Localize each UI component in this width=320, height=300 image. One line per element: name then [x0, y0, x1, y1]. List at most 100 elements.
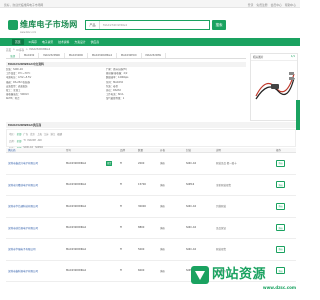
supplier-link[interactable]: 深圳市兴隆创电子有限公司: [6, 183, 66, 187]
price: 询价: [160, 205, 166, 209]
nav-ic-stock[interactable]: IC库存: [29, 40, 37, 44]
tab-all[interactable]: 全部: [6, 53, 21, 58]
stock-qty: 8800: [138, 226, 145, 230]
filter-row-region: 地区: 全部 广东 北京 上海 江苏 浙江 福建: [9, 132, 63, 136]
filter-row-brand: 品牌: 全部 TI MAXIM ADI: [9, 138, 42, 143]
supplier-link[interactable]: 深圳市华强电子有限公司: [6, 247, 66, 251]
filter-option[interactable]: MAXIM: [28, 139, 36, 143]
table-row: 深圳市华芯通科技有限公司 MAX232DWRG4 TI 30000 询价 SOI…: [6, 196, 296, 218]
nav-tech[interactable]: 技术资料: [58, 40, 69, 44]
description: 原装正品 假一赔十: [216, 162, 237, 166]
price: 询价: [160, 183, 166, 187]
member-link[interactable]: 会员中心: [271, 3, 282, 7]
brand: TI: [120, 204, 123, 208]
filter-option[interactable]: 北京: [30, 132, 35, 136]
brand: TI: [120, 161, 123, 165]
search-button[interactable]: 搜索: [212, 20, 226, 30]
nav-news[interactable]: 电子资讯: [42, 40, 53, 44]
tab-part[interactable]: MAX232DWR: [39, 53, 65, 58]
inquiry-button[interactable]: 询价: [276, 181, 286, 189]
login-link[interactable]: 登录: [248, 3, 254, 7]
breadcrumb-ic[interactable]: IC库存: [16, 48, 24, 52]
supplier-list-title: MAX232DWRG4供应商: [6, 122, 296, 128]
stock-qty: 6000: [138, 269, 145, 273]
table-row: 深圳市创芯源电子有限公司 MAX232DWRG4 TI 8800 询价 SOIC…: [6, 218, 296, 239]
watermark-icon: [191, 266, 209, 284]
package: SOIC-16: [186, 226, 197, 230]
supplier-link[interactable]: 深圳市鑫科源电子有限公司: [6, 269, 66, 273]
inquiry-button[interactable]: 询价: [276, 245, 286, 253]
search-category-select[interactable]: 产品: [86, 21, 100, 29]
site-logo[interactable]: 维库电子市场网 www.dzsc.com: [8, 20, 78, 34]
top-links: 登录 免费注册 会员中心 帮助中心: [248, 3, 296, 7]
price: 询价: [160, 162, 166, 166]
filter-option[interactable]: 全部: [17, 132, 22, 136]
breadcrumb-current: MAX232DWRG4: [29, 48, 51, 51]
brand: TI: [120, 183, 123, 187]
filter-option[interactable]: 广东: [23, 132, 28, 136]
package: SOP16: [186, 183, 195, 187]
inquiry-button[interactable]: 询价: [276, 159, 286, 167]
tab-part[interactable]: MAX232ECD: [117, 53, 142, 58]
top-bar: 您好，欢迎光临维库电子市场网 登录 免费注册 会员中心 帮助中心: [0, 0, 300, 8]
welcome-text: 您好，欢迎光临维库电子市场网: [4, 2, 44, 7]
description: 全新原装现货: [216, 183, 232, 187]
filter-option[interactable]: 全部: [17, 139, 22, 143]
filter-option[interactable]: 江苏: [44, 132, 49, 136]
inquiry-button[interactable]: 询价: [276, 224, 286, 232]
search-box: 产品: [85, 20, 210, 30]
part-number[interactable]: MAX232DWRG4: [66, 205, 106, 208]
floating-sidebar[interactable]: [296, 100, 300, 130]
filter-option[interactable]: 福建: [57, 132, 62, 136]
filter-option[interactable]: ADI: [38, 139, 42, 143]
image-count: 1/1: [290, 55, 295, 58]
brand: TI: [120, 226, 123, 230]
nav-home[interactable]: 首页: [12, 39, 24, 45]
logo-icon: [8, 20, 18, 30]
nav-suppliers[interactable]: 供应商: [91, 40, 99, 44]
nav-solutions[interactable]: 方案设计: [74, 40, 85, 44]
info-row: RoHS：符合 湿气敏感等级：1: [6, 97, 125, 101]
stock-badge: 现货: [106, 160, 113, 166]
supplier-link[interactable]: 深圳市创芯源电子有限公司: [6, 226, 66, 230]
price: 询价: [160, 248, 166, 252]
supplier-link[interactable]: 深圳市华芯通科技有限公司: [6, 204, 66, 208]
tab-part[interactable]: MAX232DR: [65, 53, 88, 58]
stock-qty: 2000: [138, 161, 145, 165]
main-nav: 首页 IC库存 电子资讯 技术资料 方案设计 供应商: [0, 38, 300, 46]
product-image[interactable]: [254, 66, 296, 106]
register-link[interactable]: 免费注册: [256, 3, 267, 7]
part-tabs: 全部 MAX232 MAX232DWR MAX232DR MAX232DWRG4…: [6, 53, 246, 59]
filter-panel: 地区: 全部 广东 北京 上海 江苏 浙江 福建 品牌: 全部 TI MAXIM…: [6, 129, 296, 150]
table-row: 深圳市鑫达兴电子有限公司 MAX232DWRG4 现货 TI 2000 询价 S…: [6, 153, 296, 175]
search-input[interactable]: [100, 21, 209, 29]
price: 询价: [160, 226, 166, 230]
brand: TI: [120, 247, 123, 251]
watermark: 网站资源 www.dzsc.com: [190, 255, 300, 295]
supplier-link[interactable]: 深圳市鑫达兴电子有限公司: [6, 161, 66, 165]
filter-option[interactable]: 上海: [37, 132, 42, 136]
filter-option[interactable]: 浙江: [51, 132, 56, 136]
breadcrumb: 首页 > IC库存 > MAX232DWRG4: [6, 48, 51, 52]
tab-part[interactable]: MAX232DWRG4: [88, 53, 117, 58]
part-number[interactable]: MAX232DWRG4: [66, 269, 106, 272]
info-table: 封装：SOIC-16 厂家：德州仪器(TI) 工作温度：0℃～70℃ 驱动器/接收器…: [6, 68, 246, 102]
package: SOIC-16: [186, 247, 197, 251]
watermark-url: www.dzsc.com: [262, 285, 296, 290]
inquiry-button[interactable]: 询价: [276, 202, 286, 210]
package: SOIC-16: [186, 161, 197, 165]
logo-name: 维库电子市场网: [20, 20, 78, 29]
part-number[interactable]: MAX232DWRG4: [66, 248, 106, 251]
help-link[interactable]: 帮助中心: [285, 3, 296, 7]
tab-part[interactable]: MAX232: [20, 53, 40, 58]
tab-part[interactable]: MAX232IDW: [142, 53, 167, 58]
part-number[interactable]: MAX232DWRG4: [66, 162, 106, 165]
filter-option[interactable]: TI: [23, 139, 25, 143]
stock-qty: 15700: [138, 183, 146, 187]
breadcrumb-home[interactable]: 首页: [6, 48, 11, 52]
part-number[interactable]: MAX232DWRG4: [66, 183, 106, 186]
logo-url: www.dzsc.com: [20, 31, 37, 34]
table-row: 深圳市兴隆创电子有限公司 MAX232DWRG4 TI 15700 询价 SOP…: [6, 175, 296, 196]
part-number[interactable]: MAX232DWRG4: [66, 226, 106, 229]
watermark-text: 网站资源: [212, 267, 267, 282]
